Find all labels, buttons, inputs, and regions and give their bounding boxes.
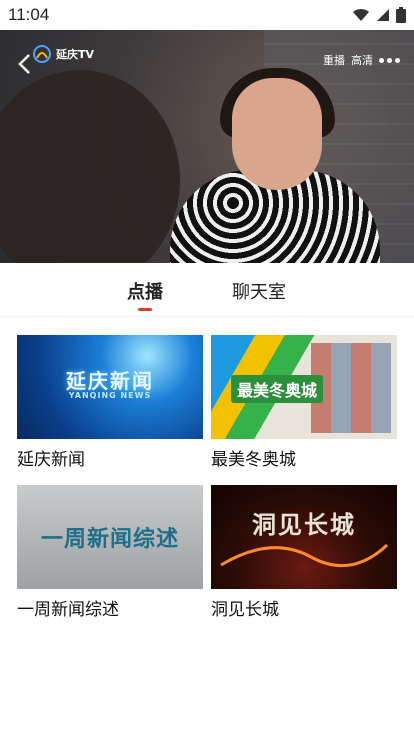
chevron-left-icon <box>18 54 30 74</box>
wifi-icon <box>353 8 369 21</box>
video-player[interactable]: 延庆TV 重播 高清 <box>0 30 414 263</box>
battery-icon <box>396 7 406 23</box>
program-thumbnail: 洞见长城 <box>211 485 397 589</box>
program-title: 延庆新闻 <box>17 450 85 470</box>
video-person <box>160 50 390 263</box>
status-icons <box>352 7 406 23</box>
video-controls: 重播 高清 <box>323 52 400 68</box>
more-options-icon[interactable] <box>379 57 400 63</box>
logo-text: 延庆TV <box>56 48 95 61</box>
program-title: 一周新闻综述 <box>17 600 119 620</box>
thumb-title: 最美冬奥城 <box>231 375 324 403</box>
video-person-face <box>232 78 322 190</box>
logo-icon <box>33 45 51 63</box>
program-card-weekly-review[interactable]: 一周新闻综述 一周新闻综述 <box>17 485 203 620</box>
program-title: 最美冬奥城 <box>211 450 296 470</box>
program-card-winter-city[interactable]: 最美冬奥城 最美冬奥城 <box>211 335 397 470</box>
replay-button[interactable]: 重播 <box>323 52 345 68</box>
program-thumbnail: 一周新闻综述 <box>17 485 203 589</box>
program-thumbnail: 最美冬奥城 <box>211 335 397 439</box>
thumb-title: 延庆新闻 <box>66 369 154 393</box>
quality-button[interactable]: 高清 <box>351 52 373 68</box>
tab-vod[interactable]: 点播 <box>127 278 163 304</box>
tab-bar: 点播 聊天室 <box>0 264 414 317</box>
tab-indicator <box>138 308 152 311</box>
status-time: 11:04 <box>8 5 50 24</box>
video-foreground-figure <box>0 70 180 263</box>
thumb-subtitle: YANQING NEWS <box>68 391 152 400</box>
program-thumbnail: 延庆新闻 YANQING NEWS <box>17 335 203 439</box>
thumb-title: 一周新闻综述 <box>40 527 179 552</box>
channel-logo: 延庆TV <box>32 44 94 64</box>
program-card-yanqing-news[interactable]: 延庆新闻 YANQING NEWS 延庆新闻 <box>17 335 203 470</box>
program-card-great-wall[interactable]: 洞见长城 洞见长城 <box>211 485 397 620</box>
signal-icon <box>377 9 389 21</box>
thumb-title: 洞见长城 <box>252 510 356 539</box>
status-bar: 11:04 <box>0 0 414 30</box>
tab-chatroom[interactable]: 聊天室 <box>232 278 286 304</box>
program-title: 洞见长城 <box>211 600 279 620</box>
